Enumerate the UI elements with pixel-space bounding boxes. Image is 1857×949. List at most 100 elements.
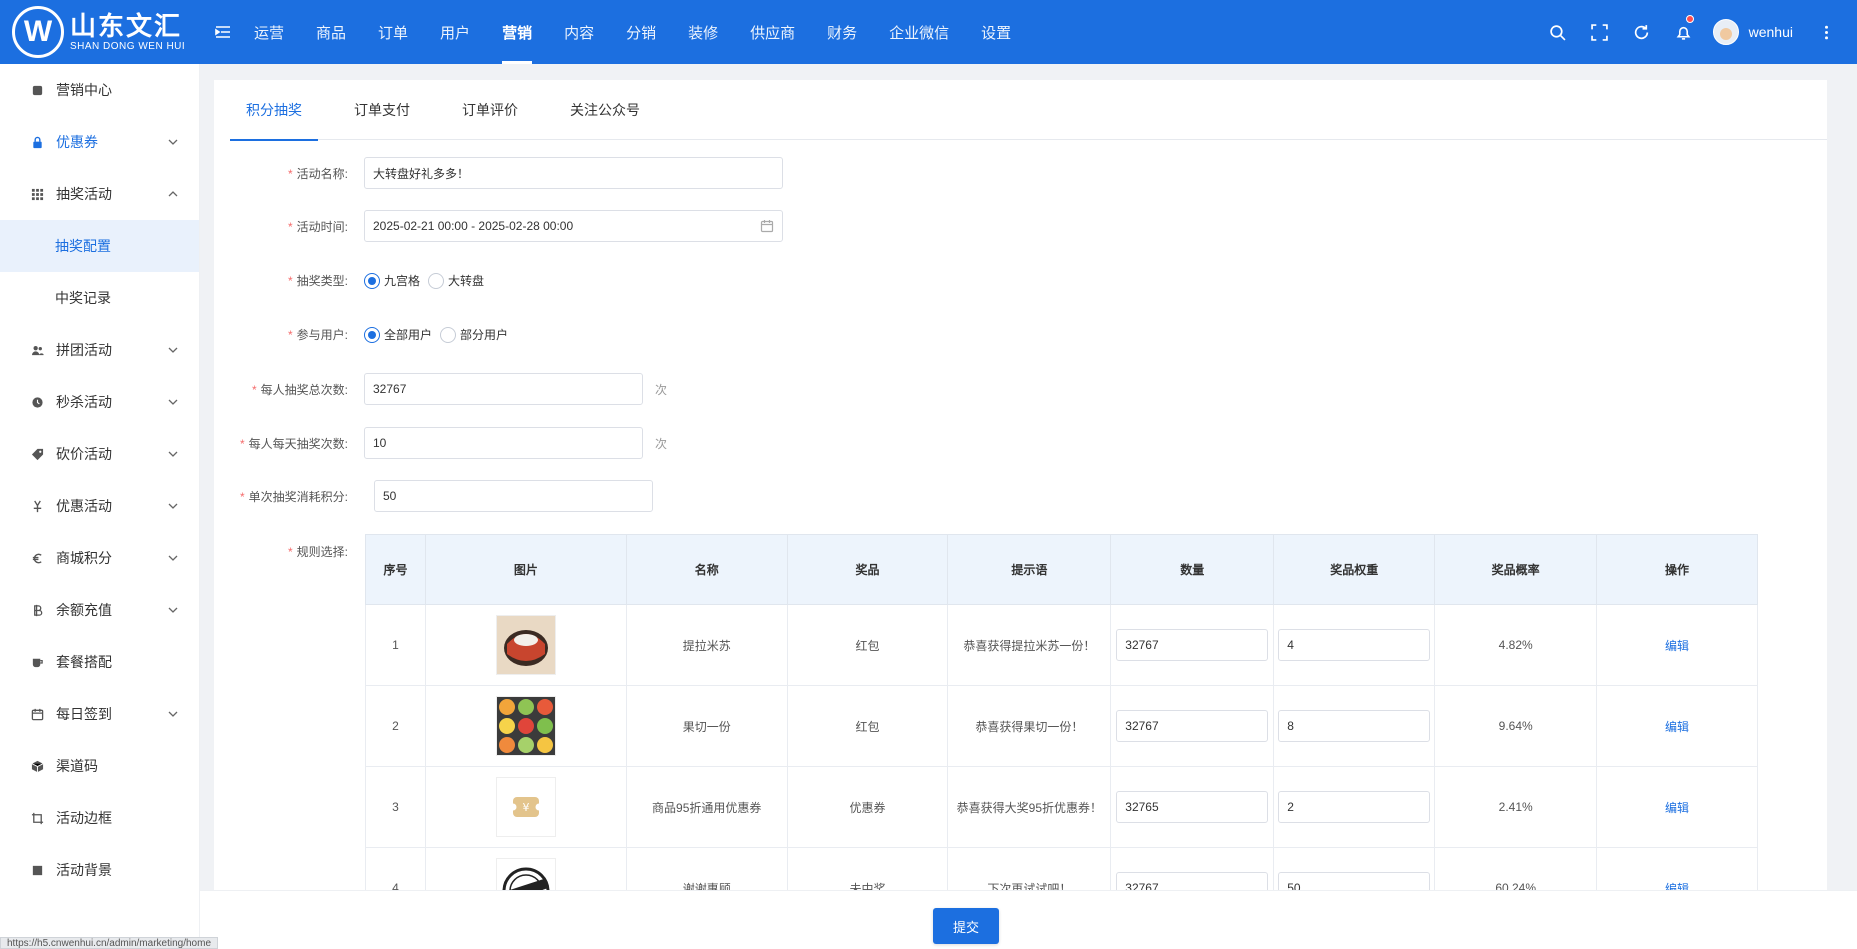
sidebar-item-coupons[interactable]: 优惠券: [0, 116, 199, 168]
cell-weight: 50: [1273, 847, 1436, 890]
cell-tip: 恭喜获得提拉米苏一份！: [947, 604, 1112, 686]
nav-item-operations[interactable]: 运营: [238, 0, 300, 64]
cell-image: [424, 685, 627, 767]
nav-item-users[interactable]: 用户: [424, 0, 486, 64]
cell-action: 编辑: [1596, 604, 1758, 686]
cell-name: 谢谢惠顾: [625, 847, 788, 890]
sidebar-item-channel-code[interactable]: 渠道码: [0, 740, 199, 792]
cell-image: ¥: [424, 766, 627, 848]
edit-link[interactable]: 编辑: [1665, 639, 1689, 653]
sidebar-item-promotions[interactable]: 优惠活动: [0, 480, 199, 532]
sidebar-subitem-lottery-config[interactable]: 抽奖配置: [0, 220, 199, 272]
cup-icon: [30, 655, 44, 669]
cell-prob: 4.82%: [1434, 604, 1598, 686]
grid-icon: [30, 187, 44, 201]
weight-input[interactable]: 8: [1278, 710, 1431, 742]
weight-input[interactable]: 2: [1278, 791, 1431, 823]
nav-item-marketing[interactable]: 营销: [486, 0, 548, 64]
status-bar-url: https://h5.cnwenhui.cn/admin/marketing/h…: [0, 937, 218, 949]
chevron-down-icon: [168, 607, 178, 613]
chevron-down-icon: [168, 399, 178, 405]
prize-image-tiramisu[interactable]: [495, 615, 556, 675]
sidebar-item-activity-background[interactable]: 活动背景: [0, 844, 199, 896]
sidebar: 营销中心 优惠券 抽奖活动 抽奖配置 中奖记录 拼团活动 秒杀活动 砍价活动 优…: [0, 64, 200, 949]
quantity-input[interactable]: 32767: [1116, 872, 1269, 890]
quantity-input[interactable]: 32767: [1116, 710, 1269, 742]
weight-input[interactable]: 50: [1278, 872, 1431, 890]
more-icon[interactable]: [1805, 0, 1847, 64]
brand-name: 山东文汇: [70, 10, 183, 41]
sidebar-item-balance-recharge[interactable]: 余额充值: [0, 584, 199, 636]
col-header: 奖品: [786, 534, 949, 605]
footer-bar: 提交: [200, 890, 1857, 949]
top-nav: 运营 商品 订单 用户 营销 内容 分销 装修 供应商 财务 企业微信 设置: [238, 0, 1027, 64]
svg-text:¥: ¥: [522, 801, 529, 814]
prize-image-stamp[interactable]: [495, 858, 556, 890]
nav-item-content[interactable]: 内容: [548, 0, 610, 64]
sidebar-item-activity-border[interactable]: 活动边框: [0, 792, 199, 844]
edit-link[interactable]: 编辑: [1665, 720, 1689, 734]
prize-image-coupon[interactable]: ¥: [495, 777, 556, 837]
prize-image-fruit[interactable]: [495, 696, 556, 756]
sidebar-item-flash-sale[interactable]: 秒杀活动: [0, 376, 199, 428]
nav-item-suppliers[interactable]: 供应商: [734, 0, 811, 64]
cell-no: 3: [365, 766, 426, 848]
cell-qty: 32765: [1110, 766, 1275, 848]
nav-item-wecom[interactable]: 企业微信: [873, 0, 965, 64]
quantity-input[interactable]: 32765: [1116, 791, 1269, 823]
col-header: 奖品概率: [1434, 534, 1598, 605]
cell-qty: 32767: [1110, 604, 1275, 686]
bell-icon[interactable]: [1663, 0, 1705, 64]
cell-tip: 下次再试试吧！: [947, 847, 1112, 890]
table-row: 2 果切一份 红包 恭喜获得果切一份！ 32767 8 9.64% 编辑: [365, 685, 1758, 767]
submit-button[interactable]: 提交: [933, 908, 999, 944]
edit-link[interactable]: 编辑: [1665, 801, 1689, 815]
user-menu[interactable]: wenhui: [1712, 19, 1793, 45]
weight-input[interactable]: 4: [1278, 629, 1431, 661]
nav-item-settings[interactable]: 设置: [965, 0, 1027, 64]
sidebar-item-label: 优惠券: [56, 134, 98, 150]
square-icon: [30, 83, 44, 97]
brand-name-en: SHAN DONG WEN HUI: [70, 40, 186, 52]
nav-item-decoration[interactable]: 装修: [672, 0, 734, 64]
cell-weight: 2: [1273, 766, 1436, 848]
sidebar-item-daily-checkin[interactable]: 每日签到: [0, 688, 199, 740]
sidebar-item-combo[interactable]: 套餐搭配: [0, 636, 199, 688]
quantity-input[interactable]: 32767: [1116, 629, 1269, 661]
sidebar-item-label: 秒杀活动: [56, 394, 112, 410]
tag-icon: [30, 447, 44, 461]
lock-icon: [30, 135, 44, 149]
sidebar-item-label: 活动背景: [56, 862, 112, 878]
sidebar-item-mall-points[interactable]: 商城积分: [0, 532, 199, 584]
calendar-icon: [30, 707, 44, 721]
cell-image: [424, 604, 627, 686]
table-clip: 序号 图片 名称 奖品 提示语 数量 奖品权重 奖品概率 操作 1 提拉米苏 红…: [214, 80, 1827, 890]
cell-action: 编辑: [1596, 847, 1758, 891]
cell-action: 编辑: [1596, 766, 1758, 848]
sidebar-item-group-buy[interactable]: 拼团活动: [0, 324, 199, 376]
fullscreen-icon[interactable]: [1579, 0, 1621, 64]
logo-mark-icon: W: [12, 6, 64, 58]
cell-prob: 2.41%: [1434, 766, 1598, 848]
nav-item-orders[interactable]: 订单: [362, 0, 424, 64]
sidebar-item-label: 活动边框: [56, 810, 112, 826]
brand-logo[interactable]: W 山东文汇 SHAN DONG WEN HUI: [0, 0, 200, 64]
sidebar-item-bargain[interactable]: 砍价活动: [0, 428, 199, 480]
refresh-icon[interactable]: [1621, 0, 1663, 64]
nav-item-finance[interactable]: 财务: [811, 0, 873, 64]
sidebar-subitem-winning-records[interactable]: 中奖记录: [0, 272, 199, 324]
nav-item-distribution[interactable]: 分销: [610, 0, 672, 64]
menu-toggle-icon[interactable]: [208, 0, 238, 64]
cell-no: 4: [365, 847, 426, 890]
sidebar-item-label: 优惠活动: [56, 498, 112, 514]
nav-item-products[interactable]: 商品: [300, 0, 362, 64]
col-header: 名称: [625, 534, 788, 605]
top-bar: W 山东文汇 SHAN DONG WEN HUI 运营 商品 订单 用户 营销 …: [0, 0, 1857, 64]
sidebar-item-label: 商城积分: [56, 550, 112, 566]
chevron-down-icon: [168, 451, 178, 457]
sidebar-item-marketing-center[interactable]: 营销中心: [0, 64, 199, 116]
table-row: 1 提拉米苏 红包 恭喜获得提拉米苏一份！ 32767 4 4.82% 编辑: [365, 604, 1758, 686]
sidebar-item-lottery[interactable]: 抽奖活动: [0, 168, 199, 220]
search-icon[interactable]: [1537, 0, 1579, 64]
edit-link[interactable]: 编辑: [1665, 882, 1689, 891]
